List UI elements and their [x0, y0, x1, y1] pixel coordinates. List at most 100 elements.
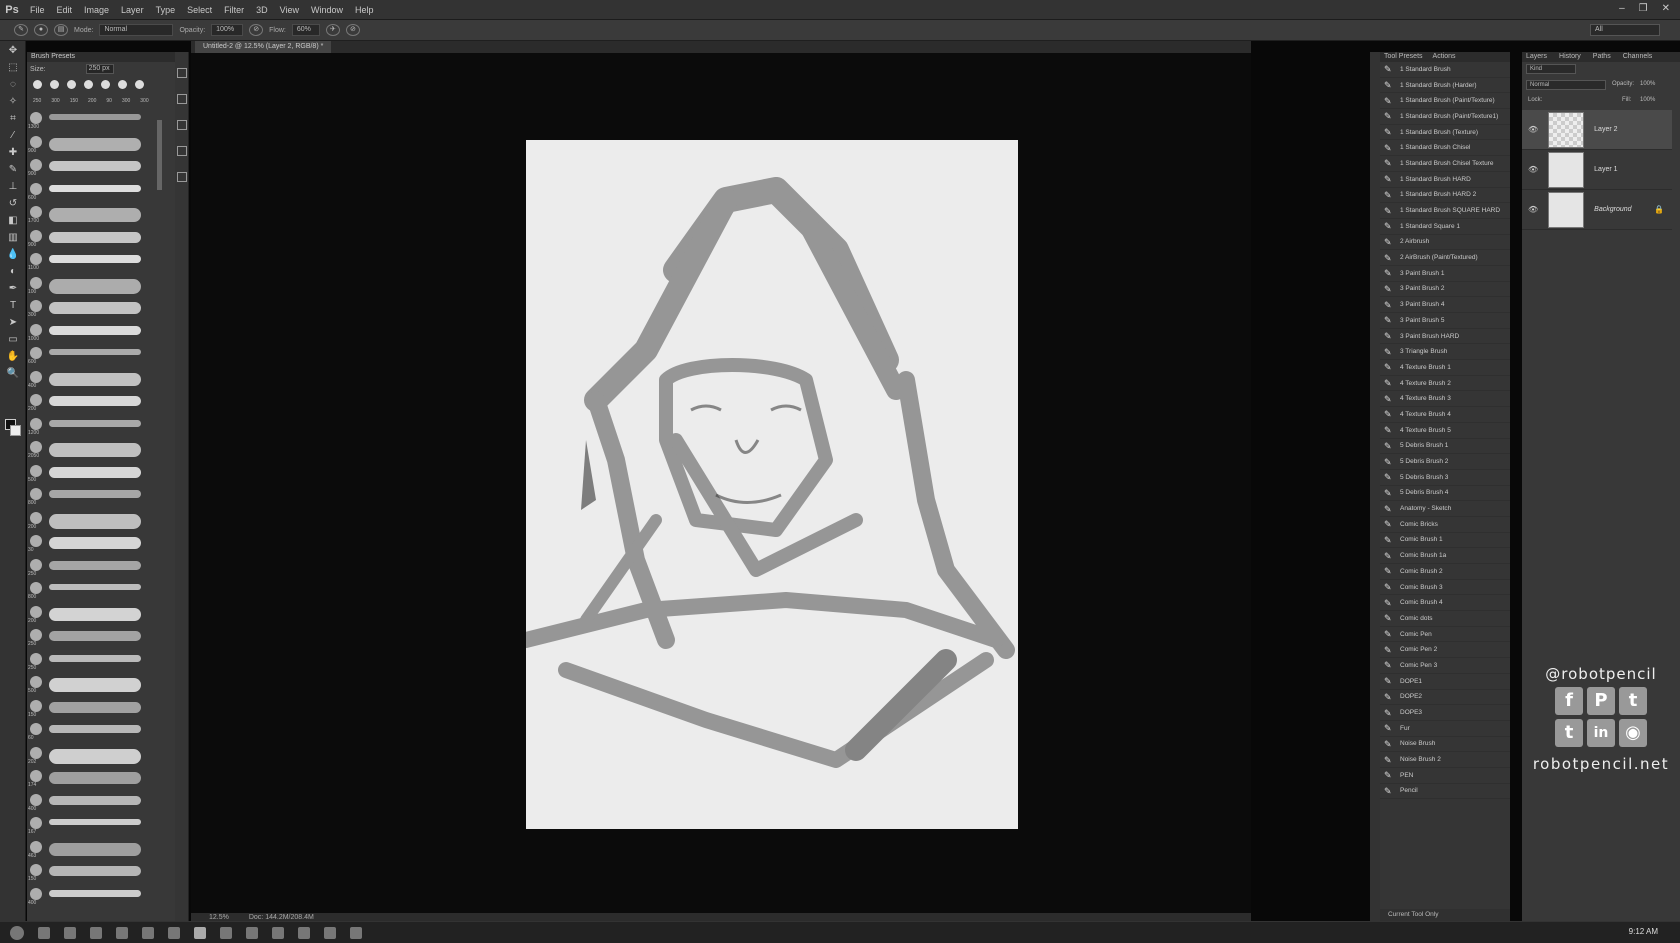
menu-help[interactable]: Help: [349, 5, 380, 15]
gradient-tool-icon[interactable]: ▥: [4, 231, 22, 245]
brush-stroke-preview[interactable]: [49, 842, 141, 856]
brush-stroke-preview[interactable]: [49, 325, 141, 335]
brush-stroke-preview[interactable]: [49, 889, 141, 897]
tab-actions[interactable]: Actions: [1433, 52, 1456, 62]
preset-item[interactable]: ✎ Comic dots: [1380, 611, 1510, 627]
preset-item[interactable]: ✎ Comic Pen 2: [1380, 642, 1510, 659]
taskbar-app-icon[interactable]: [168, 926, 180, 939]
marquee-tool-icon[interactable]: ⬚: [4, 61, 22, 75]
brush-tip-thumbnail[interactable]: [30, 605, 42, 618]
tab-layers[interactable]: Layers: [1526, 52, 1547, 62]
move-tool-icon[interactable]: ✥: [4, 44, 22, 58]
close-icon[interactable]: ✕: [1662, 3, 1670, 14]
painting-canvas[interactable]: [518, 140, 1018, 829]
pressure-opacity-icon[interactable]: ⊘: [249, 24, 264, 36]
brush-tip-thumbnail[interactable]: [30, 370, 42, 383]
background-color-swatch[interactable]: [10, 425, 21, 436]
airbrush-icon[interactable]: ✈: [325, 24, 340, 36]
preset-item[interactable]: ✎ PEN: [1380, 768, 1510, 784]
taskbar-app-icon[interactable]: [350, 926, 362, 939]
brush-tip-thumbnail[interactable]: [30, 582, 42, 594]
menu-filter[interactable]: Filter: [218, 5, 250, 15]
minimize-icon[interactable]: –: [1619, 3, 1625, 14]
brush-stroke-preview[interactable]: [49, 255, 141, 263]
preset-item[interactable]: ✎ 1 Standard Brush Chisel Texture: [1380, 156, 1510, 172]
brush-panel-toggle-icon[interactable]: ▤: [54, 24, 68, 36]
visibility-eye-icon[interactable]: 👁: [1528, 125, 1538, 134]
eyedropper-tool-icon[interactable]: ⁄: [4, 129, 22, 143]
clone-source-icon[interactable]: [177, 94, 187, 104]
taskbar-app-icon[interactable]: [272, 926, 284, 939]
brush-stroke-preview[interactable]: [49, 137, 141, 151]
brush-stroke-preview[interactable]: [49, 654, 141, 662]
opacity-field[interactable]: 100%: [211, 24, 244, 36]
brush-tip-thumbnail[interactable]: [30, 417, 42, 430]
brush-tip-thumbnail[interactable]: [30, 840, 42, 853]
menu-file[interactable]: File: [24, 5, 51, 15]
brush-tip-dot[interactable]: [84, 80, 93, 89]
preset-item[interactable]: ✎ 2 Airbrush: [1380, 235, 1510, 251]
preset-item[interactable]: ✎ Comic Brush 3: [1380, 580, 1510, 596]
preset-item[interactable]: ✎ 1 Standard Brush (Paint/Texture): [1380, 93, 1510, 110]
taskbar-app-icon[interactable]: [38, 926, 50, 939]
brush-tool-icon[interactable]: ✎: [14, 24, 28, 36]
start-button-icon[interactable]: [10, 925, 24, 940]
preset-item[interactable]: ✎ 5 Debris Brush 1: [1380, 439, 1510, 455]
preset-item[interactable]: ✎ 3 Triangle Brush: [1380, 344, 1510, 361]
workspace-select[interactable]: All: [1590, 24, 1660, 36]
preset-item[interactable]: ✎ Fur: [1380, 721, 1510, 737]
brush-panel-icon[interactable]: [177, 68, 187, 78]
brush-tip-thumbnail[interactable]: [30, 488, 42, 500]
brush-stroke-preview[interactable]: [49, 302, 141, 314]
brush-stroke-preview[interactable]: [49, 490, 141, 498]
tab-paths[interactable]: Paths: [1593, 52, 1611, 62]
preset-item[interactable]: ✎ 4 Texture Brush 4: [1380, 407, 1510, 423]
brush-stroke-preview[interactable]: [49, 607, 141, 621]
zoom-tool-icon[interactable]: 🔍: [4, 367, 22, 381]
preset-item[interactable]: ✎ 1 Standard Brush SQUARE HARD: [1380, 203, 1510, 219]
brush-stroke-preview[interactable]: [49, 443, 141, 457]
preset-item[interactable]: ✎ 5 Debris Brush 2: [1380, 454, 1510, 470]
brush-stroke-preview[interactable]: [49, 701, 141, 713]
type-tool-icon[interactable]: T: [4, 299, 22, 313]
healing-tool-icon[interactable]: ✚: [4, 146, 22, 160]
brush-tip-thumbnail[interactable]: [30, 253, 42, 265]
preset-item[interactable]: ✎ 1 Standard Brush Chisel: [1380, 140, 1510, 157]
menu-select[interactable]: Select: [181, 5, 218, 15]
preset-item[interactable]: ✎ Comic Brush 1a: [1380, 548, 1510, 564]
lasso-tool-icon[interactable]: ◌: [4, 78, 22, 92]
brush-stroke-preview[interactable]: [49, 114, 141, 120]
brush-tip-dot[interactable]: [50, 80, 59, 89]
layer-opacity-field[interactable]: 100%: [1640, 81, 1655, 87]
preset-item[interactable]: ✎ 3 Paint Brush 1: [1380, 266, 1510, 282]
eraser-tool-icon[interactable]: ◧: [4, 214, 22, 228]
brush-tip-thumbnail[interactable]: [30, 347, 42, 359]
menu-view[interactable]: View: [274, 5, 305, 15]
brush-tip-thumbnail[interactable]: [30, 817, 42, 829]
preset-item[interactable]: ✎ 4 Texture Brush 3: [1380, 391, 1510, 408]
brush-tip-thumbnail[interactable]: [30, 746, 42, 759]
taskbar-app-icon[interactable]: [64, 926, 76, 939]
preset-item[interactable]: ✎ Noise Brush: [1380, 737, 1510, 753]
blur-tool-icon[interactable]: 💧: [4, 248, 22, 262]
brush-stroke-preview[interactable]: [49, 795, 141, 805]
preset-item[interactable]: ✎ 5 Debris Brush 3: [1380, 470, 1510, 486]
brush-tip-thumbnail[interactable]: [30, 676, 42, 688]
preset-item[interactable]: ✎ 4 Texture Brush 1: [1380, 360, 1510, 376]
preset-item[interactable]: ✎ 3 Paint Brush HARD: [1380, 329, 1510, 345]
preset-item[interactable]: ✎ 4 Texture Brush 2: [1380, 376, 1510, 392]
brush-preset-picker-icon[interactable]: ●: [34, 24, 48, 36]
brush-stroke-preview[interactable]: [49, 537, 141, 549]
brush-tip-dot[interactable]: [67, 80, 76, 89]
brush-tip-thumbnail[interactable]: [30, 887, 42, 900]
layer-row-background[interactable]: 👁 Background 🔒: [1522, 190, 1672, 230]
flow-field[interactable]: 60%: [291, 24, 320, 36]
taskbar-app-icon[interactable]: [324, 926, 336, 939]
blend-mode-select[interactable]: Normal: [1526, 80, 1606, 90]
brush-stroke-preview[interactable]: [49, 278, 141, 294]
brush-tip-thumbnail[interactable]: [30, 864, 42, 876]
3d-panel-icon[interactable]: [177, 172, 187, 182]
brush-tip-thumbnail[interactable]: [30, 159, 42, 171]
taskbar-app-icon[interactable]: [298, 926, 310, 939]
preset-item[interactable]: ✎ 1 Standard Square 1: [1380, 219, 1510, 235]
